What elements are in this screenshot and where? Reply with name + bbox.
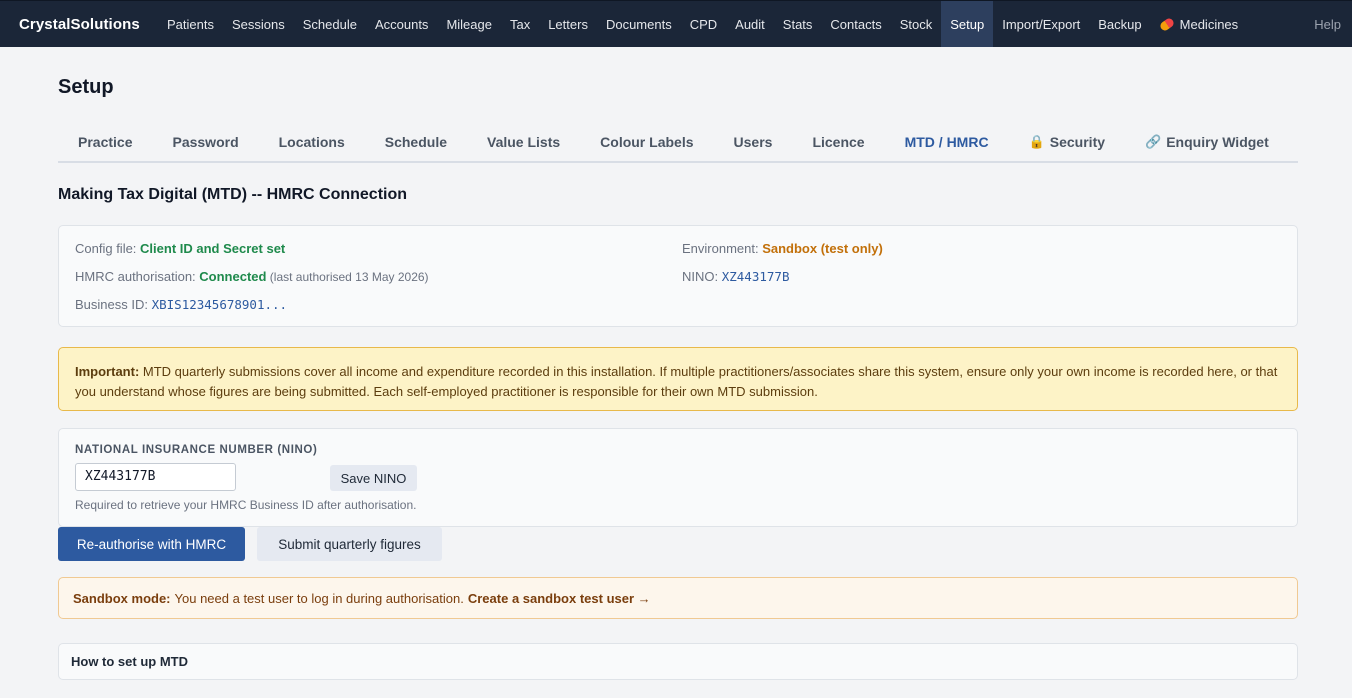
tab-enquiry-widget-label: Enquiry Widget [1166,133,1269,150]
nav-item-mileage[interactable]: Mileage [437,1,501,47]
tab-mtd-hmrc[interactable]: MTD / HMRC [885,122,1009,161]
sandbox-notice: Sandbox mode: You need a test user to lo… [58,577,1298,619]
page-title: Setup [58,76,114,98]
app-brand[interactable]: CrystalSolutions [0,16,158,33]
lock-icon: 🔒 [1028,133,1045,149]
environment-status: Environment: Sandbox (test only) [682,241,883,256]
nav-item-schedule[interactable]: Schedule [294,1,366,47]
nav-item-contacts[interactable]: Contacts [821,1,890,47]
connection-status-panel: Config file: Client ID and Secret set HM… [58,225,1298,327]
business-id-value: XBIS12345678901... [151,297,288,312]
setup-tabs: Practice Password Locations Schedule Val… [58,122,1298,163]
tab-locations[interactable]: Locations [259,122,365,161]
auth-note: (last authorised 13 May 2026) [266,270,429,284]
nino-help-text: Required to retrieve your HMRC Business … [75,498,417,512]
business-id-label: Business ID: [75,297,152,312]
nino-field-label: NATIONAL INSURANCE NUMBER (NINO) [75,444,318,456]
nav-item-letters[interactable]: Letters [539,1,597,47]
sandbox-strong: Sandbox mode: [73,590,171,606]
nino-form-panel: NATIONAL INSURANCE NUMBER (NINO) XZ44317… [58,428,1298,527]
config-status: Config file: Client ID and Secret set [75,241,285,256]
nino-status-label: NINO: [682,269,722,284]
nav-item-accounts[interactable]: Accounts [366,1,437,47]
reauthorise-button[interactable]: Re-authorise with HMRC [58,527,245,561]
nav-item-stock[interactable]: Stock [891,1,942,47]
nav-item-cpd[interactable]: CPD [681,1,726,47]
help-link[interactable]: Help [1314,1,1341,48]
pill-icon [1158,16,1175,32]
create-sandbox-user-link[interactable]: Create a sandbox test user → [468,591,651,606]
tab-security[interactable]: 🔒 Security [1009,122,1125,161]
tab-enquiry-widget[interactable]: 🔗 Enquiry Widget [1125,122,1289,161]
nav-item-documents[interactable]: Documents [597,1,681,47]
link-icon: 🔗 [1145,133,1162,149]
config-value: Client ID and Secret set [140,241,286,256]
nav-item-stats[interactable]: Stats [774,1,822,47]
tab-licence[interactable]: Licence [792,122,884,161]
nav-item-sessions[interactable]: Sessions [223,1,294,47]
nav-item-setup[interactable]: Setup [941,1,994,47]
warning-strong: Important: [75,364,140,379]
nino-input[interactable]: XZ443177B [75,463,236,491]
nino-status-value: XZ443177B [721,269,790,284]
nav-item-medicines[interactable]: Medicines [1151,1,1248,47]
nino-status: NINO: XZ443177B [682,269,789,284]
nav-item-import-export[interactable]: Import/Export [993,1,1089,47]
tab-practice[interactable]: Practice [58,122,152,161]
nav-item-backup[interactable]: Backup [1089,1,1150,47]
top-navigation-bar: CrystalSolutions Patients Sessions Sched… [0,0,1352,47]
config-label: Config file: [75,241,141,256]
warning-text: MTD quarterly submissions cover all inco… [75,364,1278,399]
nav-item-medicines-label: Medicines [1179,16,1239,32]
tab-value-lists[interactable]: Value Lists [467,122,580,161]
auth-value: Connected [199,269,267,284]
nav-item-audit[interactable]: Audit [726,1,774,47]
section-heading: Making Tax Digital (MTD) -- HMRC Connect… [58,186,408,203]
tab-colour-labels[interactable]: Colour Labels [580,122,713,161]
how-to-setup-mtd-toggle[interactable]: How to set up MTD [58,643,1298,680]
auth-status: HMRC authorisation: Connected (last auth… [75,269,429,284]
tab-schedule[interactable]: Schedule [365,122,467,161]
business-id-status: Business ID: XBIS12345678901... [75,297,287,312]
environment-label: Environment: [682,241,763,256]
tab-password[interactable]: Password [152,122,258,161]
important-warning: Important: MTD quarterly submissions cov… [58,347,1298,411]
auth-label: HMRC authorisation: [75,269,200,284]
submit-quarterly-button[interactable]: Submit quarterly figures [257,527,442,561]
nav-item-tax[interactable]: Tax [501,1,539,47]
tab-users[interactable]: Users [714,122,793,161]
sandbox-text: You need a test user to log in during au… [174,590,464,606]
main-menu: Patients Sessions Schedule Accounts Mile… [158,1,1247,47]
nav-item-patients[interactable]: Patients [158,1,223,47]
environment-value: Sandbox (test only) [762,241,883,256]
tab-security-label: Security [1049,133,1106,150]
save-nino-button[interactable]: Save NINO [330,465,417,491]
